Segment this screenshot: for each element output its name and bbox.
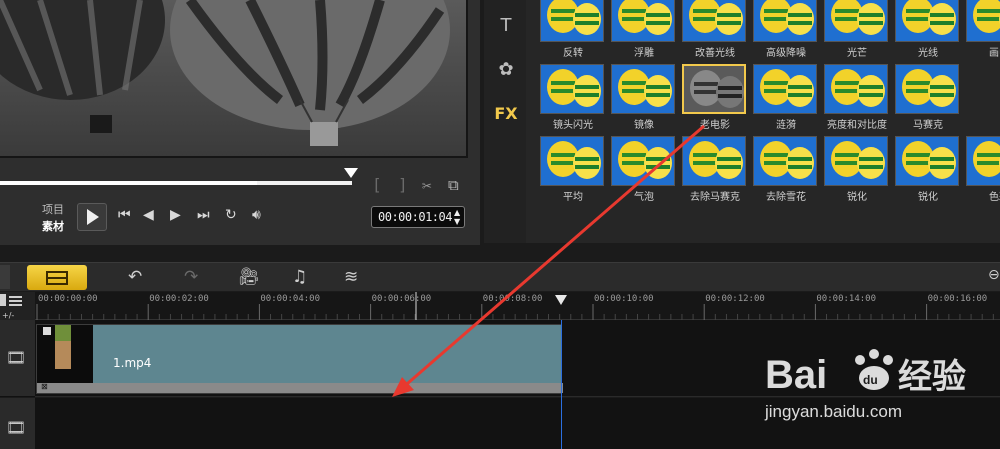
annotation-arrow xyxy=(392,124,705,397)
